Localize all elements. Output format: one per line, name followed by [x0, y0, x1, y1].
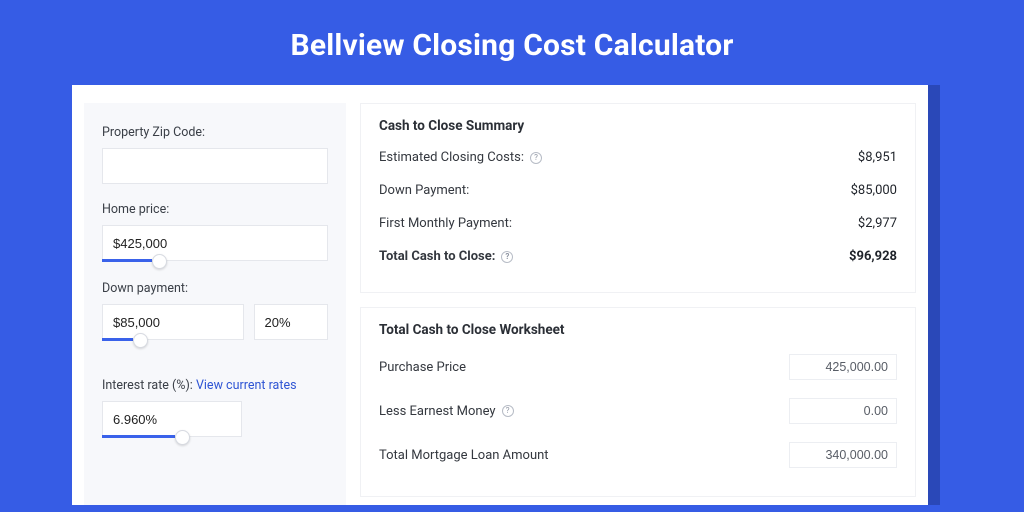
summary-total-value: $96,928 [849, 249, 897, 264]
slider-thumb[interactable] [133, 333, 148, 348]
down-payment-label: Down payment: [102, 281, 328, 296]
worksheet-panel: Total Cash to Close Worksheet Purchase P… [360, 307, 916, 497]
summary-row: Estimated Closing Costs:? $8,951 [379, 150, 897, 165]
summary-row-value: $2,977 [858, 216, 897, 231]
home-price-slider[interactable] [102, 225, 328, 261]
slider-thumb[interactable] [175, 430, 190, 445]
worksheet-row-label: Less Earnest Money [379, 404, 496, 419]
worksheet-row-label: Total Mortgage Loan Amount [379, 448, 549, 463]
slider-track [102, 259, 152, 262]
summary-row-label: Down Payment: [379, 183, 469, 198]
zip-group: Property Zip Code: [102, 125, 328, 184]
summary-row-label: First Monthly Payment: [379, 216, 512, 231]
summary-panel: Cash to Close Summary Estimated Closing … [360, 103, 916, 293]
help-icon[interactable]: ? [530, 152, 542, 164]
help-icon[interactable]: ? [502, 405, 514, 417]
results-column: Cash to Close Summary Estimated Closing … [360, 103, 916, 505]
summary-row: Down Payment: $85,000 [379, 183, 897, 198]
summary-heading: Cash to Close Summary [379, 118, 897, 134]
calculator-card: Property Zip Code: Home price: Down paym… [72, 85, 928, 505]
worksheet-input[interactable] [789, 354, 897, 380]
down-payment-group: Down payment: [102, 281, 328, 360]
worksheet-input[interactable] [789, 442, 897, 468]
rate-label: Interest rate (%): [102, 378, 196, 393]
worksheet-heading: Total Cash to Close Worksheet [379, 322, 897, 338]
home-price-group: Home price: [102, 202, 328, 261]
down-payment-input[interactable] [102, 304, 244, 340]
slider-track [102, 338, 133, 341]
rate-slider[interactable] [102, 401, 242, 437]
card-shadow: Property Zip Code: Home price: Down paym… [84, 85, 940, 505]
zip-input[interactable] [102, 148, 328, 184]
summary-row: First Monthly Payment: $2,977 [379, 216, 897, 231]
summary-total-row: Total Cash to Close:? $96,928 [379, 249, 897, 264]
view-rates-link[interactable]: View current rates [196, 378, 297, 393]
down-payment-pct-input[interactable] [254, 304, 328, 340]
help-icon[interactable]: ? [501, 251, 513, 263]
rate-input[interactable] [102, 401, 242, 437]
summary-row-value: $85,000 [851, 183, 897, 198]
rate-label-row: Interest rate (%): View current rates [102, 378, 328, 393]
worksheet-row: Total Mortgage Loan Amount [379, 442, 897, 468]
down-payment-slider[interactable] [102, 304, 244, 340]
summary-row-value: $8,951 [858, 150, 897, 165]
worksheet-row: Less Earnest Money? [379, 398, 897, 424]
summary-total-label: Total Cash to Close: [379, 249, 495, 264]
worksheet-row-label: Purchase Price [379, 360, 466, 375]
home-price-label: Home price: [102, 202, 328, 217]
summary-row-label: Estimated Closing Costs: [379, 150, 524, 165]
home-price-input[interactable] [102, 225, 328, 261]
input-panel: Property Zip Code: Home price: Down paym… [84, 103, 346, 505]
page-title: Bellview Closing Cost Calculator [0, 0, 1024, 85]
worksheet-input[interactable] [789, 398, 897, 424]
worksheet-row: Purchase Price [379, 354, 897, 380]
rate-group: Interest rate (%): View current rates [102, 378, 328, 437]
zip-label: Property Zip Code: [102, 125, 328, 140]
slider-track [102, 435, 175, 438]
slider-thumb[interactable] [152, 254, 167, 269]
